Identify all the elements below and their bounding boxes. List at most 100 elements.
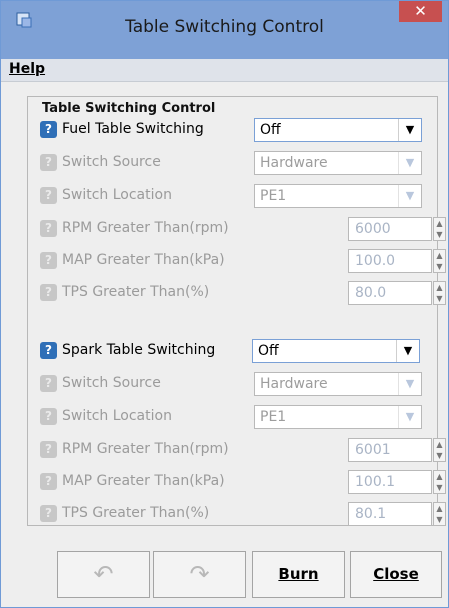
fuel-switch-location-value: PE1 bbox=[260, 188, 287, 204]
spark-map-row: ? MAP Greater Than(kPa) 100.1 ▲ ▼ bbox=[40, 468, 446, 496]
window-title: Table Switching Control bbox=[125, 17, 324, 37]
fuel-switch-source-select: Hardware ▼ bbox=[254, 151, 422, 175]
fuel-tps-value: 80.0 bbox=[355, 285, 387, 301]
fuel-table-switching-select[interactable]: Off ▼ bbox=[254, 118, 422, 142]
fuel-tps-spinner[interactable]: ▲ ▼ bbox=[433, 281, 446, 305]
spin-up-icon[interactable]: ▲ bbox=[434, 218, 445, 229]
redo-icon: ↷ bbox=[189, 560, 210, 588]
chevron-down-icon: ▼ bbox=[398, 185, 421, 207]
menu-bar: Help bbox=[1, 59, 448, 82]
spark-switch-location-label: Switch Location bbox=[62, 408, 172, 424]
spark-switch-location-row: ? Switch Location PE1 ▼ bbox=[40, 403, 444, 431]
table-switching-group: Table Switching Control ? Fuel Table Swi… bbox=[27, 96, 446, 526]
spin-up-icon[interactable]: ▲ bbox=[434, 439, 445, 450]
spark-rpm-label: RPM Greater Than(rpm) bbox=[62, 441, 229, 457]
spark-map-spinner[interactable]: ▲ ▼ bbox=[433, 470, 446, 494]
fuel-table-switching-value: Off bbox=[260, 122, 281, 138]
chevron-down-icon[interactable]: ▼ bbox=[396, 340, 419, 362]
spin-down-icon[interactable]: ▼ bbox=[434, 261, 445, 272]
spark-switch-source-label: Switch Source bbox=[62, 375, 161, 391]
title-bar: Table Switching Control ✕ bbox=[1, 1, 448, 59]
fuel-map-row: ? MAP Greater Than(kPa) 100.0 ▲ ▼ bbox=[40, 247, 446, 275]
spark-table-switching-row: ? Spark Table Switching Off ▼ bbox=[40, 337, 444, 365]
help-icon-disabled: ? bbox=[40, 473, 57, 490]
group-title: Table Switching Control bbox=[40, 101, 218, 116]
help-icon-disabled: ? bbox=[40, 220, 57, 237]
help-icon-disabled: ? bbox=[40, 441, 57, 458]
burn-button[interactable]: Burn bbox=[252, 551, 345, 598]
content-panel: Table Switching Control ? Fuel Table Swi… bbox=[23, 85, 446, 535]
chevron-down-icon: ▼ bbox=[398, 406, 421, 428]
fuel-tps-label: TPS Greater Than(%) bbox=[62, 284, 210, 300]
fuel-switch-location-select: PE1 ▼ bbox=[254, 184, 422, 208]
spark-table-switching-value: Off bbox=[258, 343, 279, 359]
fuel-map-spinner[interactable]: ▲ ▼ bbox=[433, 249, 446, 273]
burn-label: Burn bbox=[278, 565, 319, 583]
help-icon-disabled: ? bbox=[40, 284, 57, 301]
fuel-map-input[interactable]: 100.0 bbox=[348, 249, 432, 273]
fuel-tps-input[interactable]: 80.0 bbox=[348, 281, 432, 305]
fuel-switch-location-label: Switch Location bbox=[62, 187, 172, 203]
fuel-table-switching-row: ? Fuel Table Switching Off ▼ bbox=[40, 116, 444, 144]
spark-tps-row: ? TPS Greater Than(%) 80.1 ▲ ▼ bbox=[40, 500, 446, 528]
fuel-rpm-spinner[interactable]: ▲ ▼ bbox=[433, 217, 446, 241]
fuel-switch-source-row: ? Switch Source Hardware ▼ bbox=[40, 149, 444, 177]
fuel-switch-source-label: Switch Source bbox=[62, 154, 161, 170]
undo-button[interactable]: ↶ bbox=[57, 551, 150, 598]
fuel-rpm-row: ? RPM Greater Than(rpm) 6000 ▲ ▼ bbox=[40, 215, 446, 243]
menu-help[interactable]: Help bbox=[9, 61, 45, 77]
fuel-map-value: 100.0 bbox=[355, 253, 396, 269]
help-icon-disabled: ? bbox=[40, 252, 57, 269]
fuel-table-switching-label: Fuel Table Switching bbox=[62, 121, 204, 137]
spark-table-switching-label: Spark Table Switching bbox=[62, 342, 216, 358]
spin-down-icon[interactable]: ▼ bbox=[434, 514, 445, 525]
help-icon-disabled: ? bbox=[40, 154, 57, 171]
spark-switch-source-row: ? Switch Source Hardware ▼ bbox=[40, 370, 444, 398]
close-button[interactable]: Close bbox=[350, 551, 442, 598]
spin-down-icon[interactable]: ▼ bbox=[434, 229, 445, 240]
fuel-map-label: MAP Greater Than(kPa) bbox=[62, 252, 225, 268]
fuel-switch-location-row: ? Switch Location PE1 ▼ bbox=[40, 182, 444, 210]
spark-map-input[interactable]: 100.1 bbox=[348, 470, 432, 494]
spark-map-label: MAP Greater Than(kPa) bbox=[62, 473, 225, 489]
spark-switch-source-select: Hardware ▼ bbox=[254, 372, 422, 396]
help-icon-disabled: ? bbox=[40, 505, 57, 522]
close-icon: ✕ bbox=[414, 2, 427, 20]
fuel-rpm-input[interactable]: 6000 bbox=[348, 217, 432, 241]
help-icon-disabled: ? bbox=[40, 375, 57, 392]
spark-tps-input[interactable]: 80.1 bbox=[348, 502, 432, 526]
table-switching-window: Table Switching Control ✕ Help Table Swi… bbox=[0, 0, 449, 608]
help-icon[interactable]: ? bbox=[40, 121, 57, 138]
help-icon[interactable]: ? bbox=[40, 342, 57, 359]
spark-switch-location-value: PE1 bbox=[260, 409, 287, 425]
spark-rpm-value: 6001 bbox=[355, 442, 391, 458]
spin-up-icon[interactable]: ▲ bbox=[434, 503, 445, 514]
close-label: Close bbox=[373, 565, 419, 583]
spark-rpm-row: ? RPM Greater Than(rpm) 6001 ▲ ▼ bbox=[40, 436, 446, 464]
spin-down-icon[interactable]: ▼ bbox=[434, 293, 445, 304]
spark-switch-source-value: Hardware bbox=[260, 376, 328, 392]
chevron-down-icon[interactable]: ▼ bbox=[398, 119, 421, 141]
button-bar: ↶ ↷ Burn Close bbox=[1, 539, 448, 607]
spin-down-icon[interactable]: ▼ bbox=[434, 450, 445, 461]
spin-up-icon[interactable]: ▲ bbox=[434, 282, 445, 293]
chevron-down-icon: ▼ bbox=[398, 373, 421, 395]
help-icon-disabled: ? bbox=[40, 408, 57, 425]
close-window-button[interactable]: ✕ bbox=[399, 1, 442, 22]
chevron-down-icon: ▼ bbox=[398, 152, 421, 174]
spark-table-switching-select[interactable]: Off ▼ bbox=[252, 339, 420, 363]
spin-up-icon[interactable]: ▲ bbox=[434, 471, 445, 482]
undo-icon: ↶ bbox=[93, 560, 114, 588]
spark-tps-spinner[interactable]: ▲ ▼ bbox=[433, 502, 446, 526]
help-icon-disabled: ? bbox=[40, 187, 57, 204]
spin-up-icon[interactable]: ▲ bbox=[434, 250, 445, 261]
fuel-tps-row: ? TPS Greater Than(%) 80.0 ▲ ▼ bbox=[40, 279, 446, 307]
spark-rpm-spinner[interactable]: ▲ ▼ bbox=[433, 438, 446, 462]
fuel-switch-source-value: Hardware bbox=[260, 155, 328, 171]
spin-down-icon[interactable]: ▼ bbox=[434, 482, 445, 493]
redo-button[interactable]: ↷ bbox=[153, 551, 246, 598]
spark-rpm-input[interactable]: 6001 bbox=[348, 438, 432, 462]
spark-map-value: 100.1 bbox=[355, 474, 396, 490]
spark-switch-location-select: PE1 ▼ bbox=[254, 405, 422, 429]
spark-tps-value: 80.1 bbox=[355, 506, 387, 522]
